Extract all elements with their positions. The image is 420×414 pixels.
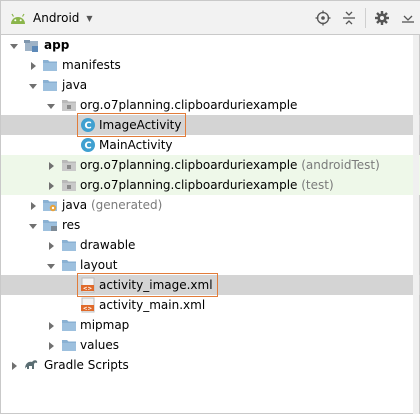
- tree-row-name: java: [62, 78, 88, 92]
- collapsed-arrow-icon[interactable]: [9, 360, 19, 370]
- tree-row-qualifier: (generated): [87, 198, 163, 212]
- tree-row-label: org.o7planning.clipboarduriexample (andr…: [80, 158, 380, 172]
- xml-file-icon: <>: [80, 297, 96, 313]
- tree-row[interactable]: app: [1, 35, 420, 55]
- tree-row-label: values: [80, 338, 119, 352]
- folder-icon: [61, 337, 77, 353]
- highlight-box: [77, 113, 186, 137]
- project-toolbar: Android ▼: [1, 1, 420, 35]
- tree-row[interactable]: java (generated): [1, 195, 420, 215]
- tree-row-name: Gradle Scripts: [44, 358, 129, 372]
- tree-row-name: mipmap: [80, 318, 130, 332]
- svg-text:<>: <>: [83, 306, 93, 312]
- tree-row-name: app: [44, 38, 70, 52]
- folder-icon: [42, 57, 58, 73]
- view-selector-label: Android: [33, 11, 80, 25]
- tree-row-label: java: [62, 78, 87, 92]
- tree-row-name: drawable: [80, 238, 136, 252]
- tree-row[interactable]: C ImageActivity: [1, 113, 420, 137]
- tree-row-label: drawable: [80, 238, 135, 252]
- tree-row-qualifier: (androidTest): [297, 158, 380, 172]
- tree-row[interactable]: res: [1, 215, 420, 235]
- tree-row[interactable]: <> activity_image.xml: [1, 273, 420, 297]
- tree-row-label: app: [44, 38, 69, 52]
- class-icon: C: [80, 137, 96, 153]
- hide-panel-icon: [402, 15, 414, 23]
- tree-row-label: org.o7planning.clipboarduriexample (test…: [80, 178, 334, 192]
- android-icon: [11, 13, 25, 24]
- tree-row[interactable]: java: [1, 75, 420, 95]
- expanded-arrow-icon[interactable]: [28, 80, 38, 90]
- tree-row-name: org.o7planning.clipboarduriexample: [80, 158, 298, 172]
- collapsed-arrow-icon[interactable]: [46, 340, 56, 350]
- tree-row-label: mipmap: [80, 318, 129, 332]
- tree-row-name: activity_main.xml: [99, 298, 206, 312]
- tree-row[interactable]: layout: [1, 255, 420, 275]
- tree-row-label: res: [62, 218, 80, 232]
- tree-row-label: org.o7planning.clipboarduriexample: [80, 98, 297, 112]
- package-icon: [61, 97, 77, 113]
- scrollbar-track[interactable]: [413, 35, 419, 414]
- generated-folder-icon: [42, 197, 58, 213]
- collapse-all-icon: [343, 11, 355, 25]
- locate-target-button[interactable]: [310, 5, 336, 31]
- tree-row-label: layout: [80, 258, 117, 272]
- tree-row-name: values: [80, 338, 120, 352]
- tree-row[interactable]: C MainActivity: [1, 135, 420, 155]
- collapsed-arrow-icon[interactable]: [46, 160, 56, 170]
- collapsed-arrow-icon[interactable]: [46, 320, 56, 330]
- collapse-all-button[interactable]: [336, 5, 362, 31]
- tree-row-label: java (generated): [62, 198, 162, 212]
- tree-row[interactable]: values: [1, 335, 420, 355]
- highlight-box: [77, 273, 218, 297]
- settings-button[interactable]: [369, 5, 395, 31]
- svg-text:C: C: [84, 141, 91, 152]
- hide-panel-button[interactable]: [395, 5, 420, 31]
- tree-row-name: MainActivity: [99, 138, 173, 152]
- expanded-arrow-icon[interactable]: [28, 220, 38, 230]
- tree-row[interactable]: org.o7planning.clipboarduriexample (test…: [1, 175, 420, 195]
- expanded-arrow-icon[interactable]: [9, 40, 19, 50]
- settings-gear-icon: [375, 11, 389, 25]
- tree-row[interactable]: Gradle Scripts: [1, 355, 420, 375]
- tree-row-label: manifests: [62, 58, 121, 72]
- gradle-icon: [23, 357, 39, 373]
- module-icon: [23, 37, 39, 53]
- tree-row-label: activity_main.xml: [99, 298, 205, 312]
- project-panel: Android ▼ app manifests java org.o7plann…: [0, 0, 420, 414]
- collapsed-arrow-icon[interactable]: [46, 240, 56, 250]
- collapsed-arrow-icon[interactable]: [46, 180, 56, 190]
- collapsed-arrow-icon[interactable]: [28, 200, 38, 210]
- tree-row-name: layout: [80, 258, 118, 272]
- package-icon: [61, 177, 77, 193]
- res-folder-icon: [42, 217, 58, 233]
- collapsed-arrow-icon[interactable]: [28, 60, 38, 70]
- tree-row[interactable]: org.o7planning.clipboarduriexample (andr…: [1, 155, 420, 175]
- expanded-arrow-icon[interactable]: [46, 260, 56, 270]
- tree-row-name: org.o7planning.clipboarduriexample: [80, 98, 298, 112]
- tree-row-label: MainActivity: [99, 138, 173, 152]
- tree-row-name: org.o7planning.clipboarduriexample: [80, 178, 298, 192]
- package-icon: [61, 157, 77, 173]
- toolbar-separator: [365, 8, 366, 28]
- view-selector[interactable]: Android ▼: [9, 8, 93, 28]
- tree-row[interactable]: <> activity_main.xml: [1, 295, 420, 315]
- folder-icon: [61, 237, 77, 253]
- folder-icon: [61, 317, 77, 333]
- tree-row[interactable]: mipmap: [1, 315, 420, 335]
- tree-row[interactable]: manifests: [1, 55, 420, 75]
- tree-row[interactable]: drawable: [1, 235, 420, 255]
- locate-target-icon: [315, 10, 331, 26]
- folder-icon: [61, 257, 77, 273]
- tree-row-qualifier: (test): [297, 178, 334, 192]
- tree-row[interactable]: org.o7planning.clipboarduriexample: [1, 95, 420, 115]
- dropdown-caret-icon: ▼: [86, 13, 93, 23]
- folder-icon: [42, 77, 58, 93]
- tree-row-name: manifests: [62, 58, 121, 72]
- expanded-arrow-icon[interactable]: [46, 100, 56, 110]
- tree-row-name: res: [62, 218, 81, 232]
- tree-row-label: Gradle Scripts: [44, 358, 129, 372]
- tree-row-name: java: [62, 198, 88, 212]
